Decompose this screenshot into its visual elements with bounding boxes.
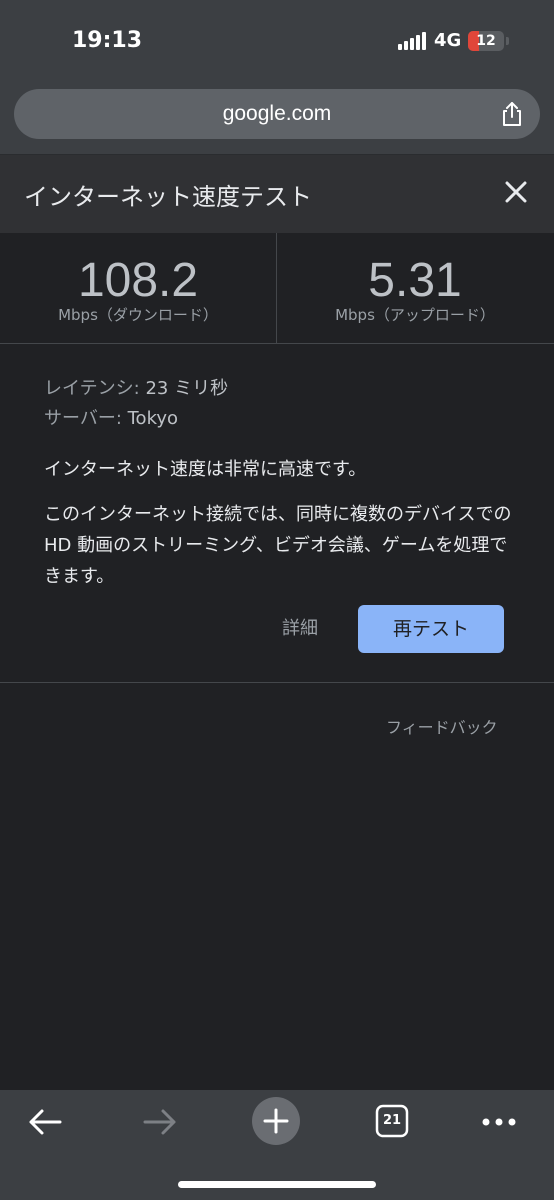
download-metric: 108.2 Mbps（ダウンロード） — [0, 233, 276, 343]
address-bar[interactable]: google.com — [14, 89, 540, 139]
latency-value: 23 ミリ秒 — [145, 378, 229, 399]
new-tab-icon[interactable] — [252, 1097, 300, 1149]
server-value: Tokyo — [127, 408, 179, 429]
details-button[interactable]: 詳細 — [282, 614, 318, 640]
tabs-icon[interactable]: 21 — [375, 1104, 409, 1138]
more-icon[interactable] — [480, 1114, 518, 1133]
feedback-link[interactable]: フィードバック — [386, 714, 498, 738]
speed-description: このインターネット接続では、同時に複数のデバイスでの HD 動画のストリーミング… — [44, 504, 512, 587]
metrics-divider — [276, 233, 277, 343]
speed-metrics: 108.2 Mbps（ダウンロード） 5.31 Mbps（アップロード） — [0, 233, 554, 344]
battery-cap — [506, 37, 509, 45]
latency-label: レイテンシ: — [44, 378, 140, 399]
share-icon[interactable] — [498, 100, 526, 128]
upload-label: Mbps（アップロード） — [335, 306, 495, 324]
retest-button[interactable]: 再テスト — [358, 605, 504, 653]
server-label: サーバー: — [44, 408, 122, 429]
speed-details: レイテンシ: 23 ミリ秒 サーバー: Tokyo インターネット速度は非常に高… — [44, 374, 524, 592]
latency-row: レイテンシ: 23 ミリ秒 — [44, 374, 524, 404]
browser-toolbar: google.com — [0, 80, 554, 155]
upload-metric: 5.31 Mbps（アップロード） — [277, 233, 553, 343]
panel-separator — [0, 682, 554, 683]
tab-count: 21 — [382, 1113, 402, 1128]
panel-title: インターネット速度テスト — [24, 183, 312, 211]
download-label: Mbps（ダウンロード） — [58, 306, 218, 324]
speed-summary: インターネット速度は非常に高速です。 — [44, 459, 367, 480]
network-type: 4G — [434, 30, 462, 51]
download-value: 108.2 — [77, 254, 199, 307]
battery-icon: 12 — [468, 31, 504, 51]
status-time: 19:13 — [72, 28, 143, 53]
back-icon[interactable] — [26, 1106, 64, 1142]
url-text[interactable]: google.com — [14, 89, 540, 139]
forward-icon[interactable] — [141, 1106, 179, 1142]
upload-value: 5.31 — [368, 254, 462, 307]
server-row: サーバー: Tokyo — [44, 404, 524, 434]
battery-percent: 12 — [476, 33, 496, 49]
speed-test-header: インターネット速度テスト — [0, 155, 554, 233]
home-indicator[interactable] — [178, 1181, 376, 1188]
signal-icon — [398, 32, 428, 50]
close-icon[interactable] — [500, 176, 532, 208]
status-bar: 19:13 4G 12 — [0, 0, 554, 80]
